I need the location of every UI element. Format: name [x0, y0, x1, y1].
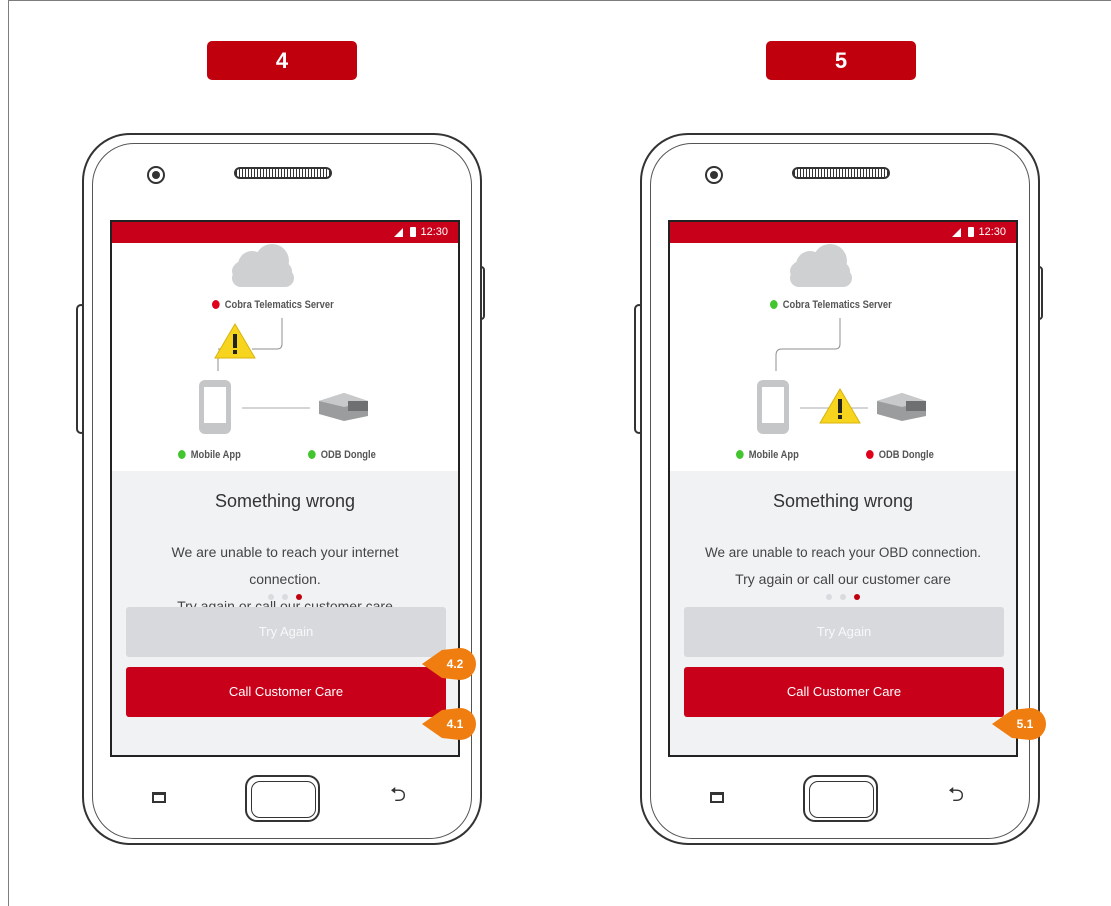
camera-icon — [705, 166, 723, 184]
dongle-status-dot — [308, 450, 316, 459]
app-status-dot — [736, 450, 744, 459]
error-title: Something wrong — [214, 491, 356, 511]
battery-icon — [410, 227, 416, 237]
page-dot — [826, 594, 832, 600]
warning-icon — [214, 323, 256, 359]
obd-dongle-icon — [877, 393, 926, 421]
error-panel: Something wrong We are unable to reach y… — [112, 471, 458, 755]
phone-mockup-step-5: 12:30 Cobra Telematics Server Mobile App… — [634, 133, 1043, 845]
speaker-grille — [792, 167, 890, 179]
server-label: Cobra Telematics Server — [212, 299, 334, 311]
page-indicator — [112, 587, 458, 605]
error-title: Something wrong — [772, 491, 914, 511]
callout-4-2: 4.2 — [420, 648, 476, 680]
status-bar: 12:30 — [670, 222, 1016, 243]
try-again-button[interactable]: Try Again — [126, 607, 446, 657]
cloud-icon — [232, 244, 294, 287]
error-panel: Something wrong We are unable to reach y… — [670, 471, 1016, 755]
phone-screen: 12:30 Cobra Telematics Server Mobile App… — [110, 220, 460, 757]
menu-icon[interactable] — [710, 792, 724, 803]
server-status-dot — [770, 300, 778, 309]
obd-dongle-icon — [319, 393, 368, 421]
phone-device-icon — [757, 380, 789, 434]
step-badge-4: 4 — [207, 41, 357, 80]
step-badge-5: 5 — [766, 41, 916, 80]
phone-screen: 12:30 Cobra Telematics Server Mobile App… — [668, 220, 1018, 757]
try-again-button[interactable]: Try Again — [684, 607, 1004, 657]
signal-icon — [952, 228, 961, 237]
server-label: Cobra Telematics Server — [770, 299, 892, 311]
dongle-label: ODB Dongle — [866, 449, 934, 461]
error-message: We are unable to reach your OBD connecti… — [705, 545, 981, 587]
connection-diagram: Cobra Telematics Server Mobile App ODB D… — [670, 243, 1016, 471]
app-status-dot — [178, 450, 186, 459]
home-button[interactable] — [803, 775, 878, 822]
back-icon[interactable]: ⮌ — [948, 785, 964, 805]
connection-diagram: Cobra Telematics Server Mobile App ODB D… — [112, 243, 458, 471]
page-dot-active — [296, 594, 302, 600]
status-bar: 12:30 — [112, 222, 458, 243]
signal-icon — [394, 228, 403, 237]
phone-body: 12:30 Cobra Telematics Server Mobile App… — [640, 133, 1040, 845]
menu-icon[interactable] — [152, 792, 166, 803]
dongle-label: ODB Dongle — [308, 449, 376, 461]
page-dot — [268, 594, 274, 600]
status-time: 12:30 — [420, 226, 448, 238]
home-button[interactable] — [245, 775, 320, 822]
phone-device-icon — [199, 380, 231, 434]
dongle-status-dot — [866, 450, 874, 459]
callout-4-1: 4.1 — [420, 708, 476, 740]
page-dot — [840, 594, 846, 600]
page-indicator — [670, 587, 1016, 605]
warning-icon — [819, 388, 861, 424]
camera-icon — [147, 166, 165, 184]
call-customer-care-button[interactable]: Call Customer Care — [126, 667, 446, 717]
app-label: Mobile App — [178, 449, 241, 461]
server-status-dot — [212, 300, 220, 309]
cloud-icon — [790, 244, 852, 287]
callout-5-1: 5.1 — [990, 708, 1046, 740]
page-dot — [282, 594, 288, 600]
call-customer-care-button[interactable]: Call Customer Care — [684, 667, 1004, 717]
speaker-grille — [234, 167, 332, 179]
page-dot-active — [854, 594, 860, 600]
back-icon[interactable]: ⮌ — [390, 785, 406, 805]
status-time: 12:30 — [978, 226, 1006, 238]
app-label: Mobile App — [736, 449, 799, 461]
battery-icon — [968, 227, 974, 237]
